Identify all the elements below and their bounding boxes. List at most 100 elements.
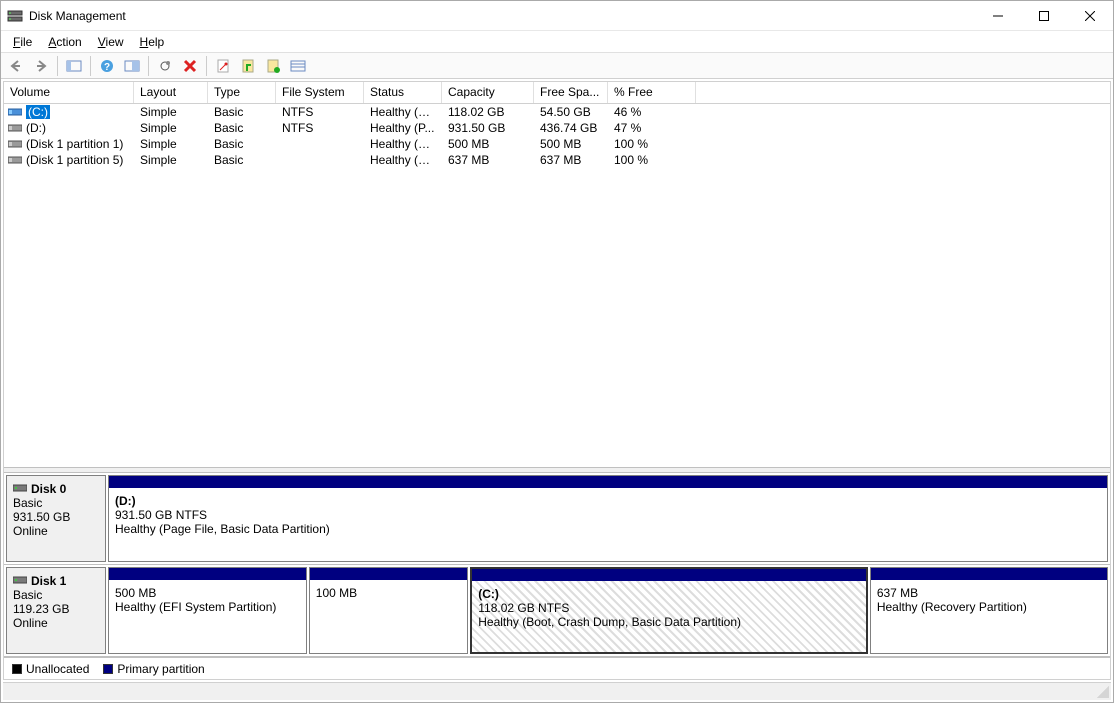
show-hide-button[interactable] (63, 55, 85, 77)
partition-info: 500 MB (115, 586, 300, 600)
volume-name: (C:) (26, 105, 50, 119)
svg-text:?: ? (104, 62, 110, 73)
list-button[interactable] (287, 55, 309, 77)
forward-button[interactable] (30, 55, 52, 77)
cell-status: Healthy (B... (364, 105, 442, 119)
cell-layout: Simple (134, 137, 208, 151)
partition-name: (D:) (115, 494, 1101, 508)
disk-row: Disk 0Basic931.50 GBOnline(D:)931.50 GB … (4, 473, 1110, 565)
col-type[interactable]: Type (208, 82, 276, 103)
volume-list[interactable]: Volume Layout Type File System Status Ca… (4, 82, 1110, 467)
cell-type: Basic (208, 137, 276, 151)
toolbar-separator (90, 56, 91, 76)
disk-partitions: (D:)931.50 GB NTFSHealthy (Page File, Ba… (108, 475, 1108, 562)
cell-pct: 100 % (608, 153, 696, 167)
disk-status: Online (13, 524, 99, 538)
col-volume[interactable]: Volume (4, 82, 134, 103)
disk-graphical-view: Disk 0Basic931.50 GBOnline(D:)931.50 GB … (4, 473, 1110, 657)
partition-body: (D:)931.50 GB NTFSHealthy (Page File, Ba… (109, 488, 1107, 561)
refresh-button[interactable] (154, 55, 176, 77)
partition[interactable]: 500 MBHealthy (EFI System Partition) (108, 567, 307, 654)
partition-name: (C:) (478, 587, 860, 601)
col-layout[interactable]: Layout (134, 82, 208, 103)
close-button[interactable] (1067, 1, 1113, 31)
help-button[interactable]: ? (96, 55, 118, 77)
volume-name-cell: (D:) (4, 121, 134, 135)
cell-capacity: 637 MB (442, 153, 534, 167)
toolbar-separator (148, 56, 149, 76)
menu-bar: File Action View Help (1, 31, 1113, 53)
volume-row[interactable]: (D:)SimpleBasicNTFSHealthy (P...931.50 G… (4, 120, 1110, 136)
partition-color-bar (472, 569, 866, 581)
drive-icon (8, 106, 22, 118)
menu-view[interactable]: View (90, 33, 132, 51)
partition-status: Healthy (EFI System Partition) (115, 600, 300, 614)
cell-status: Healthy (P... (364, 121, 442, 135)
cell-capacity: 500 MB (442, 137, 534, 151)
cell-free: 500 MB (534, 137, 608, 151)
window-controls (975, 1, 1113, 31)
partition-status: Healthy (Page File, Basic Data Partition… (115, 522, 1101, 536)
volume-name-cell: (Disk 1 partition 5) (4, 153, 134, 167)
maximize-button[interactable] (1021, 1, 1067, 31)
cell-capacity: 931.50 GB (442, 121, 534, 135)
legend-primary-label: Primary partition (117, 662, 204, 676)
drive-icon (8, 154, 22, 166)
delete-button[interactable] (179, 55, 201, 77)
legend-unallocated-label: Unallocated (26, 662, 89, 676)
col-freespace[interactable]: Free Spa... (534, 82, 608, 103)
partition-info: 118.02 GB NTFS (478, 601, 860, 615)
menu-help[interactable]: Help (132, 33, 173, 51)
disk-icon (13, 574, 27, 588)
partition-info: 931.50 GB NTFS (115, 508, 1101, 522)
partition-color-bar (109, 568, 306, 580)
toolbar-separator (206, 56, 207, 76)
col-capacity[interactable]: Capacity (442, 82, 534, 103)
volume-list-body: (C:)SimpleBasicNTFSHealthy (B...118.02 G… (4, 104, 1110, 168)
disk-title: Disk 0 (13, 482, 99, 496)
col-status[interactable]: Status (364, 82, 442, 103)
app-icon (7, 8, 23, 24)
disk-icon (13, 482, 27, 496)
disk-info[interactable]: Disk 1Basic119.23 GBOnline (6, 567, 106, 654)
col-filesystem[interactable]: File System (276, 82, 364, 103)
partition-info: 100 MB (316, 586, 461, 600)
menu-action[interactable]: Action (40, 33, 89, 51)
partition[interactable]: 100 MB (309, 567, 468, 654)
back-button[interactable] (5, 55, 27, 77)
cell-layout: Simple (134, 153, 208, 167)
volume-name: (D:) (26, 121, 46, 135)
minimize-button[interactable] (975, 1, 1021, 31)
disk-size: 119.23 GB (13, 602, 99, 616)
partition-body: 100 MB (310, 580, 467, 653)
volume-list-header: Volume Layout Type File System Status Ca… (4, 82, 1110, 104)
volume-row[interactable]: (C:)SimpleBasicNTFSHealthy (B...118.02 G… (4, 104, 1110, 120)
window-title: Disk Management (29, 9, 975, 23)
menu-file[interactable]: File (5, 33, 40, 51)
cell-fs: NTFS (276, 121, 364, 135)
settings-button[interactable] (121, 55, 143, 77)
properties-button[interactable] (212, 55, 234, 77)
titlebar: Disk Management (1, 1, 1113, 31)
status-bar (3, 682, 1111, 700)
volume-row[interactable]: (Disk 1 partition 1)SimpleBasicHealthy (… (4, 136, 1110, 152)
cell-layout: Simple (134, 121, 208, 135)
action2-button[interactable] (262, 55, 284, 77)
partition[interactable]: (D:)931.50 GB NTFSHealthy (Page File, Ba… (108, 475, 1108, 562)
partition[interactable]: 637 MBHealthy (Recovery Partition) (870, 567, 1108, 654)
drive-icon (8, 122, 22, 134)
cell-free: 436.74 GB (534, 121, 608, 135)
cell-pct: 100 % (608, 137, 696, 151)
partition-body: 500 MBHealthy (EFI System Partition) (109, 580, 306, 653)
toolbar: ? (1, 53, 1113, 79)
partition[interactable]: (C:)118.02 GB NTFSHealthy (Boot, Crash D… (470, 567, 868, 654)
swatch-primary (103, 664, 113, 674)
disk-info[interactable]: Disk 0Basic931.50 GBOnline (6, 475, 106, 562)
volume-row[interactable]: (Disk 1 partition 5)SimpleBasicHealthy (… (4, 152, 1110, 168)
col-pctfree[interactable]: % Free (608, 82, 696, 103)
volume-name-cell: (Disk 1 partition 1) (4, 137, 134, 151)
disk-partitions: 500 MBHealthy (EFI System Partition) 100 … (108, 567, 1108, 654)
action-button[interactable] (237, 55, 259, 77)
legend-primary: Primary partition (103, 662, 204, 676)
content-area: Volume Layout Type File System Status Ca… (3, 81, 1111, 680)
